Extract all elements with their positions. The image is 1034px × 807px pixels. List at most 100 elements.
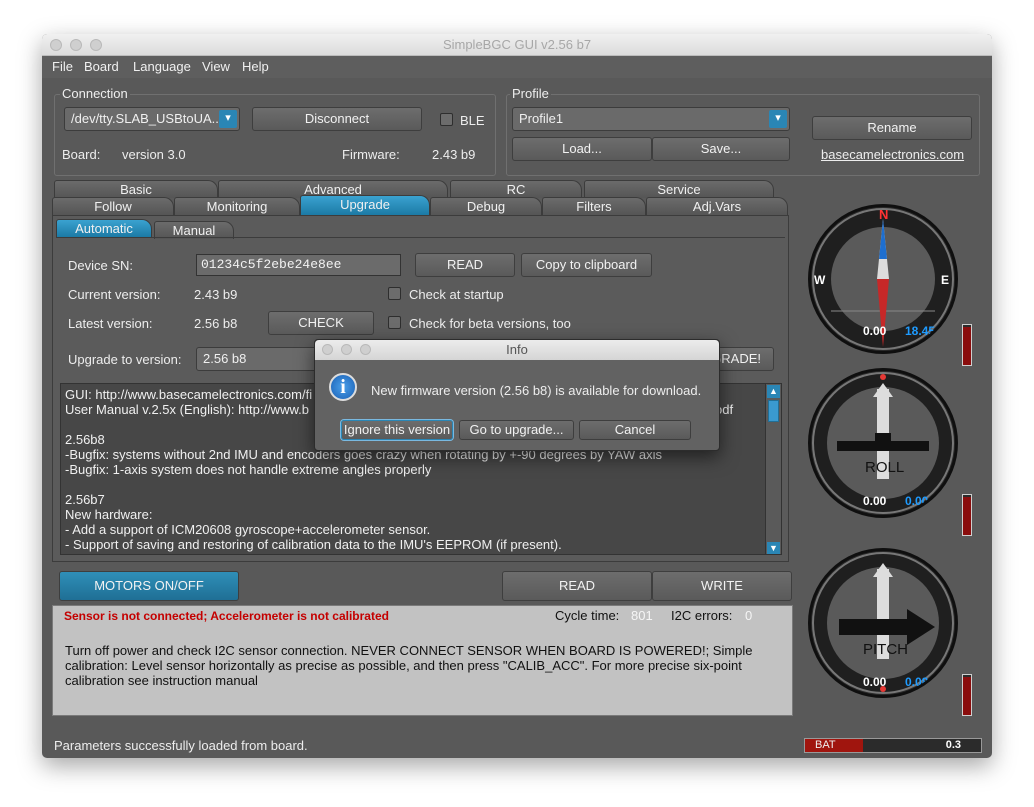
dialog-message: New firmware version (2.56 b8) is availa… bbox=[371, 383, 702, 398]
current-version-label: Current version: bbox=[68, 287, 161, 302]
go-to-upgrade-button[interactable]: Go to upgrade... bbox=[459, 420, 574, 440]
pitch-gauge: PITCH 0.00 0.08 bbox=[808, 548, 958, 698]
changelog-line: -Bugfix: 1-axis system does not handle e… bbox=[65, 462, 432, 477]
battery-label: BAT bbox=[815, 739, 836, 751]
scroll-down-icon[interactable]: ▼ bbox=[767, 542, 780, 554]
roll-level-bar bbox=[962, 494, 972, 536]
compass-e-label: E bbox=[941, 273, 950, 287]
roll-label: ROLL bbox=[865, 459, 905, 476]
firmware-label: Firmware: bbox=[342, 147, 400, 162]
cycle-time-label: Cycle time: bbox=[555, 608, 620, 623]
save-profile-button[interactable]: Save... bbox=[652, 137, 790, 161]
latest-version-label: Latest version: bbox=[68, 316, 153, 331]
sensor-error-text: Sensor is not connected; Accelerometer i… bbox=[64, 609, 389, 623]
compass-n-label: N bbox=[879, 207, 889, 222]
pitch-level-fill bbox=[963, 677, 971, 715]
status-message-line: Turn off power and check I2C sensor conn… bbox=[65, 643, 753, 658]
status-message-line: calibration: Level sensor horizontally a… bbox=[65, 658, 742, 673]
rename-button[interactable]: Rename bbox=[812, 116, 972, 140]
check-beta-checkbox[interactable] bbox=[388, 316, 401, 329]
ignore-version-button[interactable]: Ignore this version bbox=[341, 420, 453, 440]
upgrade-to-label: Upgrade to version: bbox=[68, 352, 182, 367]
i2c-errors-value: 0 bbox=[745, 608, 753, 623]
tab-rc[interactable]: RC bbox=[450, 180, 582, 198]
menu-bar: File Board Language View Help bbox=[42, 56, 992, 78]
firmware-value: 2.43 b9 bbox=[432, 147, 476, 162]
tab-debug[interactable]: Debug bbox=[430, 197, 542, 215]
compass-value-2: 18.45 bbox=[905, 324, 936, 338]
menu-language[interactable]: Language bbox=[133, 59, 191, 74]
subtab-divider bbox=[56, 237, 785, 238]
upgrade-version-select[interactable]: 2.56 b8 bbox=[196, 347, 326, 371]
upgrade-version-value: 2.56 b8 bbox=[203, 351, 247, 366]
pitch-level-bar bbox=[962, 674, 972, 716]
website-link[interactable]: basecamelectronics.com bbox=[821, 147, 964, 162]
read-sn-button[interactable]: READ bbox=[415, 253, 515, 277]
dialog-title-bar: Info bbox=[315, 340, 719, 360]
check-at-startup-label: Check at startup bbox=[409, 287, 504, 302]
board-value: version 3.0 bbox=[122, 147, 186, 162]
disconnect-button[interactable]: Disconnect bbox=[252, 107, 422, 131]
motors-onoff-button[interactable]: MOTORS ON/OFF bbox=[59, 571, 239, 601]
profile-select[interactable]: Profile1 ▾ bbox=[512, 107, 790, 131]
scroll-up-icon[interactable]: ▲ bbox=[767, 385, 780, 398]
roll-level-fill bbox=[963, 497, 971, 535]
status-panel: Sensor is not connected; Accelerometer i… bbox=[52, 605, 793, 716]
chevron-down-icon: ▾ bbox=[219, 110, 237, 128]
info-dialog: Info i New firmware version (2.56 b8) is… bbox=[314, 339, 720, 451]
read-button[interactable]: READ bbox=[502, 571, 652, 601]
tab-follow[interactable]: Follow bbox=[52, 197, 174, 215]
i2c-errors-label: I2C errors: bbox=[671, 608, 733, 623]
changelog-line: 2.56b8 bbox=[65, 432, 105, 447]
tab-upgrade[interactable]: Upgrade bbox=[300, 195, 430, 215]
ble-label: BLE bbox=[460, 113, 485, 128]
changelog-line: 2.56b7 bbox=[65, 492, 105, 507]
menu-board[interactable]: Board bbox=[84, 59, 119, 74]
window-title: SimpleBGC GUI v2.56 b7 bbox=[442, 37, 592, 52]
scroll-thumb[interactable] bbox=[768, 400, 779, 422]
tab-monitoring[interactable]: Monitoring bbox=[174, 197, 300, 215]
menu-view[interactable]: View bbox=[202, 59, 230, 74]
info-icon: i bbox=[329, 373, 357, 401]
battery-value: 0.3 bbox=[945, 739, 961, 751]
port-select[interactable]: /dev/tty.SLAB_USBtoUA... ▾ bbox=[64, 107, 240, 131]
changelog-line: - Add a support of ICM20608 gyroscope+ac… bbox=[65, 522, 431, 537]
ble-checkbox[interactable] bbox=[440, 113, 453, 126]
check-button[interactable]: CHECK bbox=[268, 311, 374, 335]
copy-to-clipboard-button[interactable]: Copy to clipboard bbox=[521, 253, 652, 277]
battery-indicator: BAT 0.3 bbox=[804, 738, 982, 753]
tab-basic[interactable]: Basic bbox=[54, 180, 218, 198]
pitch-dial-icon bbox=[812, 552, 954, 694]
compass-level-bar bbox=[962, 324, 972, 366]
changelog-line: GUI: http://www.basecamelectronics.com/f… bbox=[65, 387, 313, 402]
footer-status-text: Parameters successfully loaded from boar… bbox=[54, 738, 308, 753]
device-sn-field[interactable]: 01234c5f2ebe24e8ee bbox=[196, 254, 401, 276]
cycle-time-value: 801 bbox=[631, 608, 653, 623]
main-window: SimpleBGC GUI v2.56 b7 File Board Langua… bbox=[42, 34, 992, 758]
pitch-label: PITCH bbox=[863, 641, 908, 658]
tab-filters[interactable]: Filters bbox=[542, 197, 646, 215]
changelog-line: User Manual v.2.5x (English): http://www… bbox=[65, 402, 309, 417]
pitch-value-1: 0.00 bbox=[863, 675, 887, 689]
current-version-value: 2.43 b9 bbox=[194, 287, 238, 302]
board-label: Board: bbox=[62, 147, 101, 162]
tab-service[interactable]: Service bbox=[584, 180, 774, 198]
pitch-value-2: 0.08 bbox=[905, 675, 929, 689]
compass-w-label: W bbox=[814, 273, 826, 287]
menu-file[interactable]: File bbox=[52, 59, 73, 74]
load-profile-button[interactable]: Load... bbox=[512, 137, 652, 161]
write-button[interactable]: WRITE bbox=[652, 571, 792, 601]
roll-gauge: ROLL 0.00 0.00 bbox=[808, 368, 958, 518]
changelog-scrollbar[interactable]: ▲ ▼ bbox=[765, 384, 781, 554]
tab-adjvars[interactable]: Adj.Vars bbox=[646, 197, 788, 215]
title-bar: SimpleBGC GUI v2.56 b7 bbox=[42, 34, 992, 56]
check-beta-label: Check for beta versions, too bbox=[409, 316, 571, 331]
check-at-startup-checkbox[interactable] bbox=[388, 287, 401, 300]
subtab-automatic[interactable]: Automatic bbox=[56, 219, 152, 237]
cancel-button[interactable]: Cancel bbox=[579, 420, 691, 440]
compass-gauge: N E W 0.00 18.45 bbox=[808, 204, 958, 354]
menu-help[interactable]: Help bbox=[242, 59, 269, 74]
compass-level-fill bbox=[963, 327, 971, 365]
roll-value-1: 0.00 bbox=[863, 494, 887, 508]
profile-select-value: Profile1 bbox=[519, 111, 564, 126]
